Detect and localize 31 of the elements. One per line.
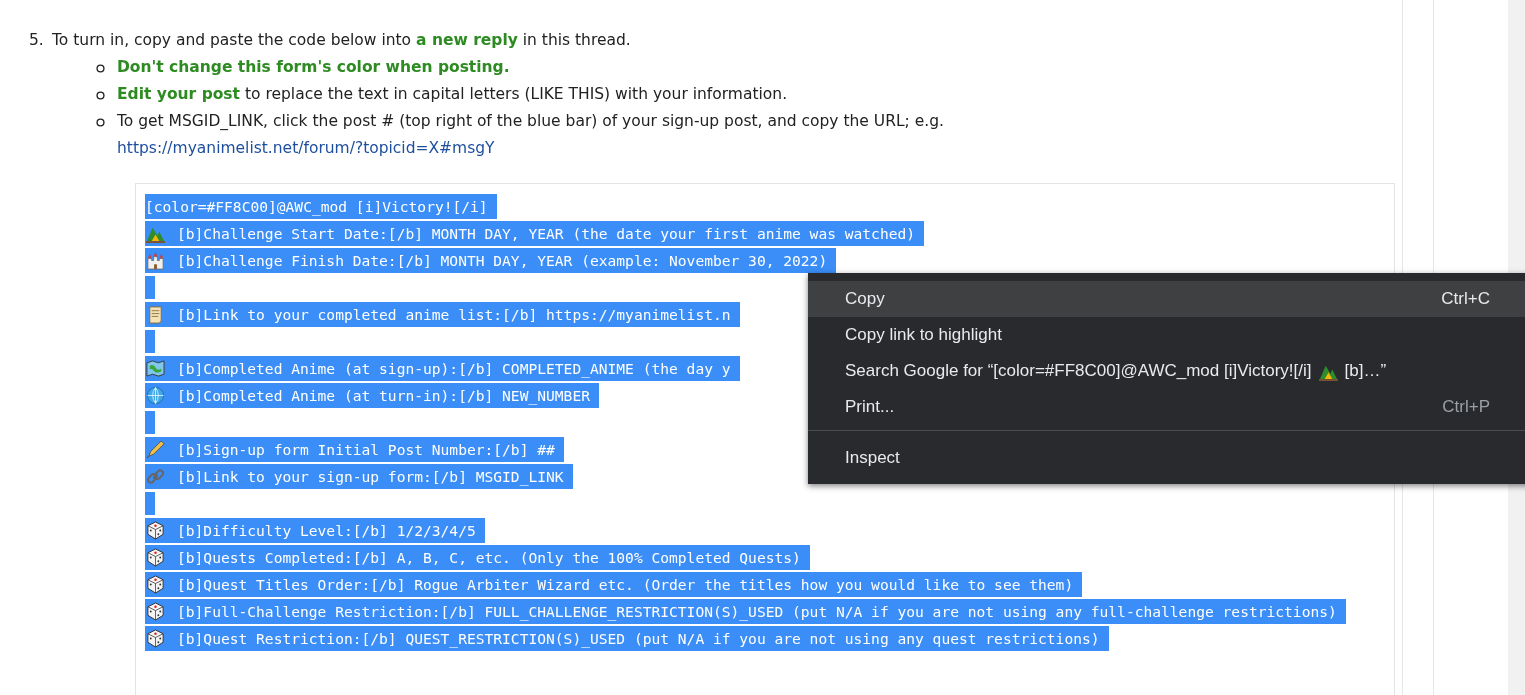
dice-icon — [146, 548, 165, 567]
menu-item[interactable]: Inspect — [808, 440, 1525, 476]
list-number: 5. — [29, 30, 45, 51]
selection-highlight — [145, 492, 155, 515]
instruction-text: To turn in, copy and paste the code below into a new reply in this thread. — [52, 30, 632, 51]
shortcut-text: Ctrl+P — [1442, 396, 1490, 419]
selection-highlight — [145, 276, 155, 299]
menu-item[interactable]: Search Google for “[color=#FF8C00]@AWC_mod [i]Victory![/i] [b]…” — [808, 353, 1525, 389]
map-icon — [146, 359, 165, 378]
dice-icon — [146, 521, 165, 540]
menu-item[interactable]: Print... Ctrl+P — [808, 389, 1525, 425]
instruction-text: To get MSGID_LINK, click the post # (top right of the blue bar) of your sign-up post, and copy the URL; e.g. https://myanimelist.net/forum/?topicid=X#msgY — [117, 111, 945, 159]
dice-icon — [146, 629, 165, 648]
instruction-text: Don't change this form's color when posting. — [117, 57, 511, 78]
instruction-text: Edit your post to replace the text in capital letters (LIKE THIS) with your information. — [117, 84, 789, 105]
pen-icon — [146, 440, 165, 459]
dice-icon — [146, 575, 165, 594]
menu-item[interactable]: Copy link to highlight — [808, 317, 1525, 353]
selection-highlight — [145, 411, 155, 434]
castle-icon — [146, 251, 165, 270]
selection-highlight — [145, 330, 155, 353]
scroll-icon — [146, 305, 165, 324]
shortcut-text: Ctrl+C — [1441, 288, 1490, 311]
bullet-icon — [96, 64, 105, 73]
globe-icon — [146, 386, 165, 405]
example-link[interactable]: https://myanimelist.net/forum/?topicid=X#msgY — [117, 139, 495, 157]
bullet-icon — [96, 91, 105, 100]
menu-item[interactable]: Copy Ctrl+C — [808, 281, 1525, 317]
link-icon — [146, 467, 165, 486]
bullet-icon — [96, 118, 105, 127]
dice-icon — [146, 602, 165, 621]
